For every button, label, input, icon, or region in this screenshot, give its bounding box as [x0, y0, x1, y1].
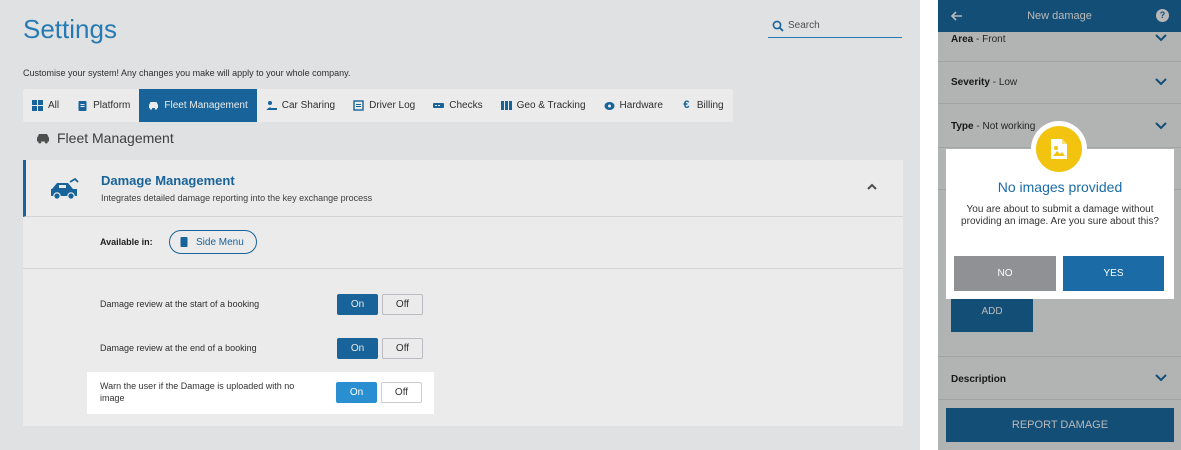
- tab-label: Billing: [696, 100, 724, 111]
- on-button[interactable]: On: [336, 382, 377, 403]
- grid-icon: [32, 100, 43, 111]
- card-title: Damage Management: [101, 173, 235, 188]
- available-in-label: Available in:: [100, 237, 153, 247]
- row-name: Type: [951, 121, 974, 132]
- tab-label: Driver Log: [369, 100, 416, 111]
- option-label: Damage review at the start of a booking: [100, 299, 260, 309]
- tab-label: Checks: [449, 100, 483, 111]
- description-row[interactable]: Description: [938, 356, 1181, 400]
- mobile-title: New damage: [1027, 10, 1092, 22]
- off-button[interactable]: Off: [382, 294, 423, 315]
- settings-tabs: All Platform Fleet Management Car Sharin…: [23, 89, 733, 122]
- on-off-toggle: On Off: [337, 294, 427, 315]
- no-button[interactable]: NO: [954, 256, 1056, 291]
- warn-no-image-option: Warn the user if the Damage is uploaded …: [87, 372, 434, 414]
- section-title: Fleet Management: [36, 130, 174, 146]
- row-name: Severity: [951, 77, 990, 88]
- log-icon: [353, 100, 364, 111]
- page-subtitle: Customise your system! Any changes you m…: [23, 68, 351, 78]
- tab-label: Platform: [93, 100, 131, 111]
- on-button[interactable]: On: [337, 294, 378, 315]
- phone-icon: [180, 237, 188, 247]
- tab-label: Geo & Tracking: [516, 100, 586, 111]
- checks-icon: [433, 103, 445, 108]
- option-row: Damage review at the end of a booking On…: [23, 326, 903, 370]
- image-icon: [1051, 139, 1067, 159]
- on-off-toggle: On Off: [336, 382, 426, 403]
- search-box[interactable]: [768, 14, 902, 38]
- available-in-row: Available in: Side Menu: [23, 217, 903, 269]
- chevron-down-icon: [1155, 374, 1167, 382]
- tab-all[interactable]: All: [23, 89, 68, 122]
- on-off-toggle: On Off: [337, 338, 427, 359]
- tab-platform[interactable]: Platform: [68, 89, 139, 122]
- euro-icon: €: [683, 99, 690, 111]
- car-icon: [149, 102, 159, 110]
- car-damage-icon: [51, 177, 79, 200]
- row-value: Front: [982, 34, 1006, 45]
- search-icon: [772, 20, 784, 32]
- dialog-badge: [1031, 121, 1087, 177]
- section-title-label: Fleet Management: [57, 130, 174, 146]
- option-label: Warn the user if the Damage is uploaded …: [100, 381, 295, 403]
- option-label: Damage review at the end of a booking: [100, 343, 257, 353]
- tab-geo-tracking[interactable]: Geo & Tracking: [492, 89, 595, 122]
- card-description: Integrates detailed damage reporting int…: [101, 193, 373, 203]
- report-damage-button[interactable]: REPORT DAMAGE: [946, 408, 1174, 442]
- tab-label: Fleet Management: [164, 100, 248, 111]
- tab-fleet-management[interactable]: Fleet Management: [139, 89, 257, 122]
- side-menu-chip[interactable]: Side Menu: [169, 230, 257, 254]
- card-header[interactable]: Damage Management Integrates detailed da…: [23, 160, 903, 217]
- row-value: Low: [998, 77, 1018, 88]
- chevron-down-icon: [1155, 78, 1167, 86]
- tab-label: All: [48, 100, 60, 111]
- dialog-message: You are about to submit a damage without…: [961, 204, 1159, 227]
- on-button[interactable]: On: [337, 338, 378, 359]
- row-name: Area: [951, 34, 974, 45]
- page-title: Settings: [23, 14, 117, 44]
- chip-label: Side Menu: [196, 236, 244, 248]
- help-icon[interactable]: ?: [1156, 9, 1169, 22]
- severity-row[interactable]: Severity - Low: [938, 62, 1181, 104]
- chevron-up-icon[interactable]: [865, 180, 879, 194]
- tab-label: Hardware: [619, 100, 663, 111]
- dialog-title: No images provided: [997, 179, 1123, 195]
- off-button[interactable]: Off: [381, 382, 422, 403]
- description-label: Description: [951, 374, 1007, 385]
- tab-driver-log[interactable]: Driver Log: [344, 89, 424, 122]
- row-value: Not working: [982, 121, 1036, 132]
- tab-checks[interactable]: Checks: [424, 89, 491, 122]
- users-icon: [266, 101, 277, 110]
- yes-button[interactable]: YES: [1063, 256, 1164, 291]
- tab-billing[interactable]: € Billing: [672, 89, 733, 122]
- tab-hardware[interactable]: Hardware: [595, 89, 672, 122]
- chevron-down-icon: [1155, 34, 1167, 42]
- off-button[interactable]: Off: [382, 338, 423, 359]
- settings-panel: Settings Customise your system! Any chan…: [0, 0, 920, 450]
- area-row[interactable]: Area - Front: [938, 32, 1181, 62]
- map-icon: [500, 101, 512, 110]
- chevron-down-icon: [1155, 122, 1167, 130]
- option-row: Damage review at the start of a booking …: [23, 283, 903, 327]
- tab-label: Car Sharing: [281, 100, 336, 111]
- car-icon: [37, 134, 49, 144]
- search-input[interactable]: [788, 20, 898, 31]
- hardware-icon: [604, 102, 615, 110]
- tab-car-sharing[interactable]: Car Sharing: [257, 89, 344, 122]
- mobile-header: New damage ?: [938, 0, 1181, 32]
- clipboard-icon: [78, 101, 87, 111]
